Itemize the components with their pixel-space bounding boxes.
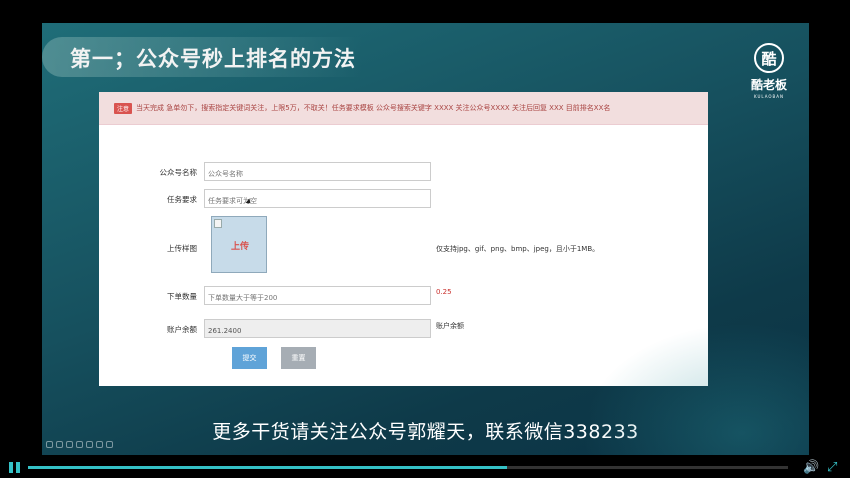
- quantity-input[interactable]: [204, 286, 431, 305]
- notice-banner: 注意 当天完成 急单勿下，搜索指定关键词关注，上限5万，不取关！任务要求模板 公…: [99, 92, 708, 125]
- logo-name: 酷老板: [750, 78, 787, 92]
- eraser-icon[interactable]: [76, 441, 83, 448]
- annotation-toolbar: [46, 441, 113, 448]
- notice-text: 当天完成 急单勿下，搜索指定关键词关注，上限5万，不取关！任务要求模板 公众号搜…: [136, 104, 611, 112]
- quantity-label: 下单数量: [167, 292, 197, 301]
- pen-icon[interactable]: [46, 441, 53, 448]
- submit-button[interactable]: 提交: [232, 347, 267, 369]
- pause-icon[interactable]: [9, 462, 21, 474]
- account-name-input[interactable]: [204, 162, 431, 181]
- notice-badge: 注意: [114, 102, 133, 114]
- shape-icon[interactable]: [66, 441, 73, 448]
- note-icon[interactable]: [56, 441, 63, 448]
- upload-hint: 仅支持jpg、gif、png、bmp、jpeg，且小于1MB。: [436, 245, 600, 253]
- fullscreen-icon[interactable]: ⤢: [827, 460, 837, 475]
- video-subtitle: 更多干货请关注公众号郭耀天，联系微信338233: [212, 421, 639, 443]
- balance-label: 账户余额: [167, 325, 197, 334]
- logo-sub: KULAOBAN: [753, 94, 785, 99]
- slide-title: 第一；公众号秒上排名的方法: [70, 47, 356, 71]
- player-controls: 🔊 ⤢: [0, 455, 850, 478]
- logo-icon: 酷: [754, 43, 784, 73]
- clear-icon[interactable]: [106, 441, 113, 448]
- upload-image-button[interactable]: 上传: [211, 216, 267, 273]
- balance-note: 账户余额: [436, 322, 464, 330]
- task-input[interactable]: [204, 189, 431, 208]
- volume-icon[interactable]: 🔊: [803, 460, 819, 475]
- account-name-label: 公众号名称: [159, 168, 198, 177]
- progress-bar[interactable]: [28, 466, 788, 469]
- order-form-panel: 注意 当天完成 急单勿下，搜索指定关键词关注，上限5万，不取关！任务要求模板 公…: [99, 92, 708, 386]
- sample-label: 上传样图: [167, 244, 197, 253]
- reset-button[interactable]: 重置: [281, 347, 316, 369]
- task-label: 任务要求: [167, 195, 197, 204]
- highlighter-icon[interactable]: [86, 441, 93, 448]
- logo: 酷 酷老板 KULAOBAN: [747, 43, 791, 99]
- progress-fill: [28, 466, 507, 469]
- upload-label: 上传: [230, 242, 249, 252]
- balance-field: [204, 319, 431, 338]
- video-slide: 第一；公众号秒上排名的方法 酷 酷老板 KULAOBAN 注意 当天完成 急单勿…: [42, 23, 809, 455]
- broken-image-icon: [214, 219, 222, 228]
- unit-price: 0.25: [436, 288, 452, 296]
- undo-icon[interactable]: [96, 441, 103, 448]
